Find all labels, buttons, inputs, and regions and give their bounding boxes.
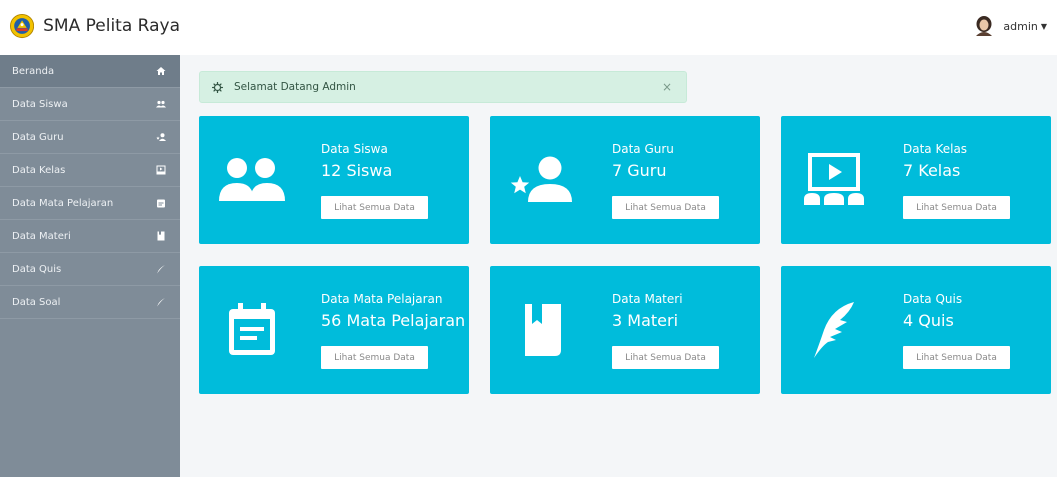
sidebar-item-label: Data Mata Pelajaran xyxy=(12,197,114,209)
sidebar-item-data-guru[interactable]: Data Guru xyxy=(0,121,180,154)
card-title: Data Kelas xyxy=(903,142,968,156)
home-icon xyxy=(156,66,166,76)
sidebar-item-label: Beranda xyxy=(12,65,55,77)
close-icon[interactable]: × xyxy=(660,80,674,94)
classroom-icon xyxy=(799,150,869,210)
classroom-icon xyxy=(156,165,166,175)
sidebar-item-data-kelas[interactable]: Data Kelas xyxy=(0,154,180,187)
view-all-button[interactable]: Lihat Semua Data xyxy=(612,196,719,219)
settings-icon xyxy=(212,81,223,93)
main-content: Selamat Datang Admin × Data Siswa 12 Sis… xyxy=(180,55,1057,477)
card-count: 4 Quis xyxy=(903,311,954,330)
user-menu[interactable]: admin ▼ xyxy=(975,0,1047,52)
card-count: 56 Mata Pelajaran xyxy=(321,311,466,330)
card-data-quis: Data Quis 4 Quis Lihat Semua Data xyxy=(781,266,1051,394)
user-name: admin xyxy=(1003,19,1038,33)
alert-message: Selamat Datang Admin xyxy=(234,81,356,93)
card-data-kelas: Data Kelas 7 Kelas Lihat Semua Data xyxy=(781,116,1051,244)
view-all-button[interactable]: Lihat Semua Data xyxy=(903,196,1010,219)
view-all-button[interactable]: Lihat Semua Data xyxy=(903,346,1010,369)
card-title: Data Guru xyxy=(612,142,674,156)
card-title: Data Siswa xyxy=(321,142,388,156)
welcome-alert: Selamat Datang Admin × xyxy=(199,71,687,103)
card-data-siswa: Data Siswa 12 Siswa Lihat Semua Data xyxy=(199,116,469,244)
sidebar-item-label: Data Soal xyxy=(12,296,61,308)
card-count: 3 Materi xyxy=(612,311,679,330)
sidebar: Beranda Data Siswa Data Guru Data Kelas … xyxy=(0,55,180,477)
school-logo-icon xyxy=(10,13,35,39)
sidebar-item-label: Data Siswa xyxy=(12,98,68,110)
view-all-button[interactable]: Lihat Semua Data xyxy=(321,196,428,219)
brand[interactable]: SMA Pelita Raya xyxy=(0,0,180,52)
sidebar-item-data-soal[interactable]: Data Soal xyxy=(0,286,180,319)
card-data-mata-pelajaran: Data Mata Pelajaran 56 Mata Pelajaran Li… xyxy=(199,266,469,394)
view-all-button[interactable]: Lihat Semua Data xyxy=(321,346,428,369)
users-icon xyxy=(156,99,166,109)
pencil-icon xyxy=(156,264,166,274)
teacher-icon xyxy=(508,150,578,210)
card-data-guru: Data Guru 7 Guru Lihat Semua Data xyxy=(490,116,760,244)
card-title: Data Mata Pelajaran xyxy=(321,292,443,306)
book-icon xyxy=(508,300,578,360)
view-all-button[interactable]: Lihat Semua Data xyxy=(612,346,719,369)
sidebar-item-label: Data Kelas xyxy=(12,164,66,176)
users-icon xyxy=(217,150,287,210)
caret-down-icon: ▼ xyxy=(1040,21,1047,31)
app-title: SMA Pelita Raya xyxy=(43,16,180,36)
top-bar: SMA Pelita Raya admin ▼ xyxy=(0,0,1057,52)
sidebar-item-data-siswa[interactable]: Data Siswa xyxy=(0,88,180,121)
card-title: Data Quis xyxy=(903,292,963,306)
calendar-icon xyxy=(217,300,287,360)
sidebar-item-beranda[interactable]: Beranda xyxy=(0,55,180,88)
pencil-icon xyxy=(156,297,166,307)
sidebar-item-label: Data Guru xyxy=(12,131,64,143)
card-count: 7 Guru xyxy=(612,161,667,180)
book-icon xyxy=(156,231,166,241)
avatar xyxy=(976,16,993,36)
card-data-materi: Data Materi 3 Materi Lihat Semua Data xyxy=(490,266,760,394)
teacher-icon xyxy=(156,132,166,142)
sidebar-item-data-materi[interactable]: Data Materi xyxy=(0,220,180,253)
card-title: Data Materi xyxy=(612,292,683,306)
calendar-icon xyxy=(156,198,166,208)
card-count: 7 Kelas xyxy=(903,161,961,180)
card-count: 12 Siswa xyxy=(321,161,393,180)
sidebar-item-label: Data Materi xyxy=(12,230,71,242)
feather-icon xyxy=(799,300,869,360)
sidebar-item-label: Data Quis xyxy=(12,263,62,275)
sidebar-item-data-mata-pelajaran[interactable]: Data Mata Pelajaran xyxy=(0,187,180,220)
sidebar-item-data-quis[interactable]: Data Quis xyxy=(0,253,180,286)
